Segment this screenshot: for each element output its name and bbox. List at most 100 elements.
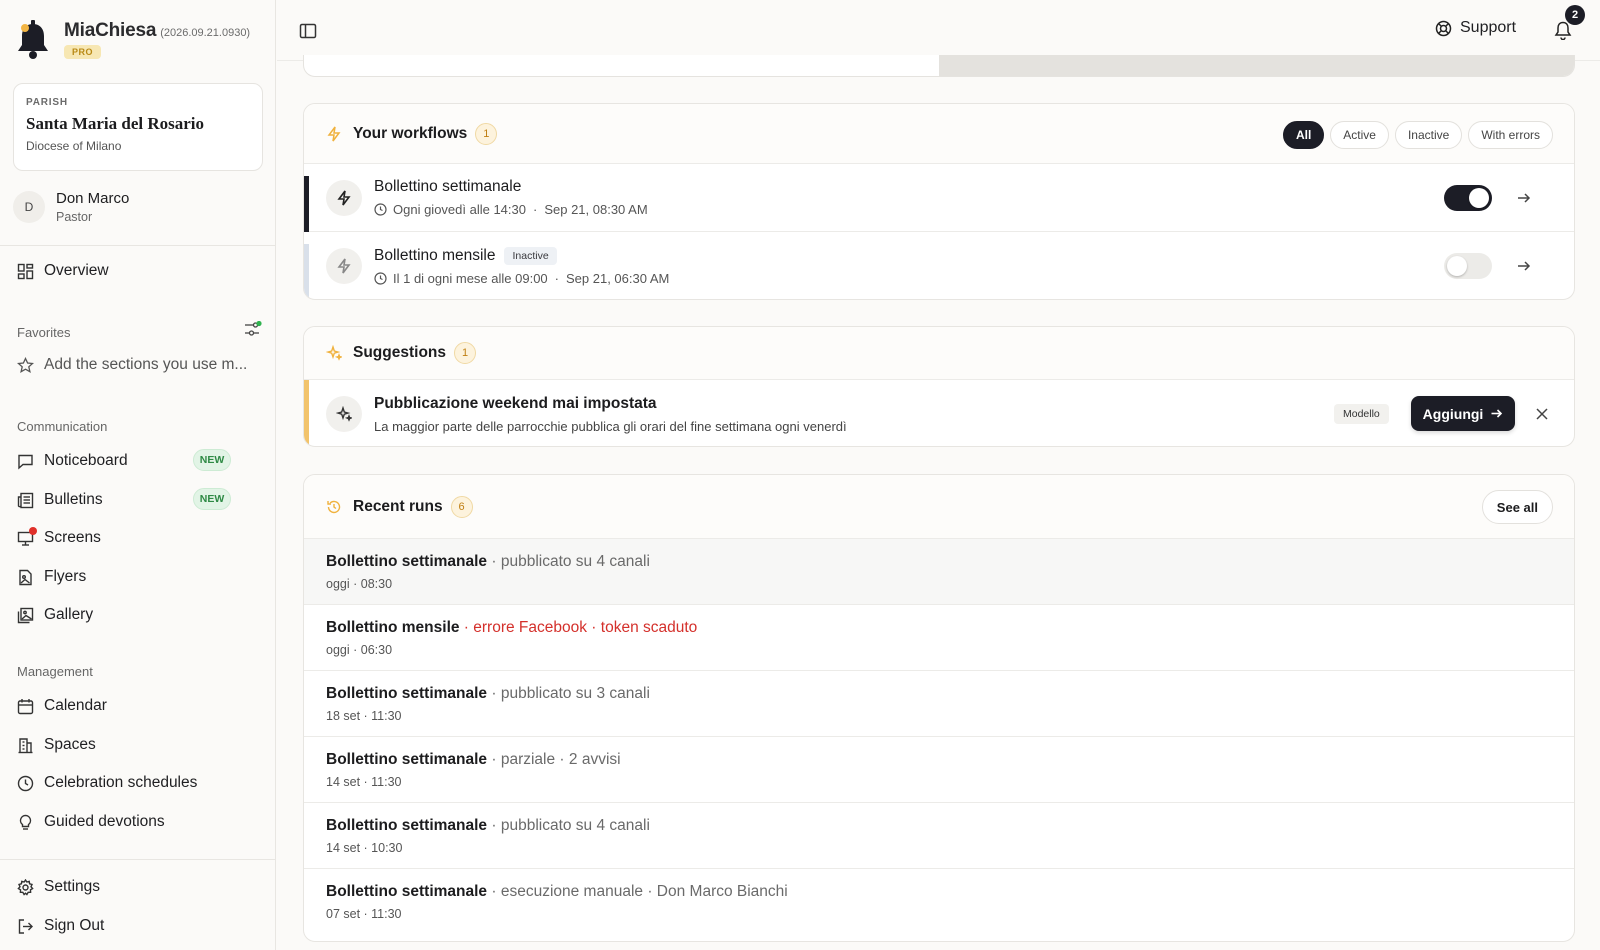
log-out-icon [18,918,33,934]
sidebar-item-noticeboard[interactable]: Noticeboard [17,449,128,473]
customize-favorites-icon[interactable] [244,321,262,337]
message-square-icon [18,454,33,470]
sidebar-item-label: Calendar [44,697,107,714]
recent-runs-header: Recent runs 6 See all [304,475,1574,539]
workflow-row[interactable]: Bollettino mensile Inactive Il 1 di ogni … [304,232,1574,299]
run-error-detail: · errore Facebook · token scaduto [459,619,698,636]
support-button[interactable]: Support [1435,19,1516,37]
workflows-count: 1 [475,122,498,145]
run-time: 07 set · 11:30 [326,907,402,921]
favorites-add-item[interactable]: Add the sections you use m... [17,353,247,377]
suggestion-row: Pubblicazione weekend mai impostata La m… [304,380,1574,446]
sidebar-toggle-icon[interactable] [299,22,317,40]
images-icon [17,607,34,623]
sidebar-item-label: Settings [44,878,101,895]
file-image-icon [19,569,32,585]
meta-separator: · [532,202,538,217]
workflow-name: Bollettino mensile [374,246,496,264]
sidebar-item-sign-out[interactable]: Sign Out [17,914,104,938]
communication-label: Communication [17,419,108,434]
filter-inactive[interactable]: Inactive [1394,121,1463,149]
inactive-accent-bar [304,244,309,299]
sidebar-item-settings[interactable]: Settings [17,875,100,899]
parish-kicker: PARISH [26,97,68,108]
workflow-row[interactable]: Bollettino settimanale Ogni giovedì alle… [304,164,1574,232]
new-badge: NEW [193,488,231,510]
bolt-icon [337,190,351,205]
sidebar-item-calendar[interactable]: Calendar [17,694,107,718]
sidebar-item-label: Sign Out [44,917,105,934]
run-row[interactable]: Bollettino settimanale · pubblicato su 4… [304,803,1574,869]
run-row[interactable]: Bollettino settimanale · esecuzione manu… [304,869,1574,935]
run-detail: · pubblicato su 4 canali [487,817,650,834]
sparkles-icon [326,345,342,361]
add-suggestion-button[interactable]: Aggiungi [1411,396,1515,431]
sidebar-item-bulletins[interactable]: Bulletins [17,488,103,512]
suggestions-count: 1 [454,342,477,364]
workflow-schedule: Ogni giovedì alle 14:30 [393,202,526,217]
sidebar-item-flyers[interactable]: Flyers [17,565,86,589]
notification-count-badge: 2 [1565,5,1585,25]
dismiss-icon[interactable] [1535,407,1549,421]
active-accent-bar [304,176,309,232]
lightbulb-icon [19,814,32,830]
run-detail: · esecuzione manuale · Don Marco Bianchi [487,883,788,900]
suggestions-header: Suggestions 1 [304,327,1574,380]
sidebar-item-screens[interactable]: Screens [17,526,101,550]
filter-all[interactable]: All [1282,121,1325,149]
sidebar-item-label: Overview [44,262,109,279]
run-time: oggi · 08:30 [326,577,393,591]
run-row[interactable]: Bollettino settimanale · pubblicato su 4… [304,539,1574,605]
newspaper-icon [17,492,34,508]
sidebar-item-guided-devotions[interactable]: Guided devotions [17,810,165,834]
sidebar-item-label: Noticeboard [44,452,128,469]
sidebar-item-gallery[interactable]: Gallery [17,603,93,627]
run-row[interactable]: Bollettino settimanale · parziale · 2 av… [304,737,1574,803]
run-row[interactable]: Bollettino settimanale · pubblicato su 3… [304,671,1574,737]
run-workflow-name: Bollettino settimanale [326,883,488,900]
clock-icon [17,775,34,791]
sidebar-item-label: Bulletins [44,491,103,508]
star-icon [17,356,34,373]
divider [0,859,276,860]
run-row[interactable]: Bollettino mensile · errore Facebook · t… [304,605,1574,671]
run-workflow-name: Bollettino settimanale [326,553,488,570]
clock-icon [374,271,387,285]
template-tag: Modello [1334,404,1389,424]
sidebar-item-spaces[interactable]: Spaces [17,733,96,757]
workflow-last-run: Sep 21, 08:30 AM [544,202,648,217]
favorites-add-label: Add the sections you use m... [44,356,248,373]
suggestions-card: Suggestions 1 Pubblicazione weekend mai … [303,326,1575,447]
parish-card[interactable]: PARISH Santa Maria del Rosario Diocese o… [13,83,263,171]
see-all-button[interactable]: See all [1481,490,1553,524]
workflow-icon [326,248,362,284]
filter-with-errors[interactable]: With errors [1468,121,1553,149]
sidebar-item-celebration-schedules[interactable]: Celebration schedules [17,771,197,795]
monitor-icon [17,526,37,547]
sidebar-item-label: Flyers [44,568,87,585]
run-time: 14 set · 10:30 [326,841,403,855]
user-profile[interactable]: D Don Marco Pastor [13,190,129,224]
toggle-knob [1469,187,1489,208]
plan-badge: PRO [64,45,102,59]
arrow-right-icon[interactable] [1516,258,1532,274]
workflow-enable-toggle[interactable] [1444,253,1492,279]
workflow-enable-toggle[interactable] [1444,184,1492,211]
workflow-name: Bollettino settimanale [374,178,522,195]
parish-diocese: Diocese of Milano [26,139,122,153]
arrow-right-icon[interactable] [1516,190,1532,206]
divider [0,245,276,246]
suggestion-icon [326,396,362,432]
sidebar-item-label: Spaces [44,736,96,753]
sidebar-item-overview[interactable]: Overview [17,259,109,283]
suggestion-title: Pubblicazione weekend mai impostata [374,394,657,412]
brand[interactable]: MiaChiesa (2026.09.21.0930) PRO [16,20,250,60]
gear-icon [17,878,34,896]
building-icon [18,737,33,753]
run-workflow-name: Bollettino mensile [326,619,460,636]
progress-fill [939,55,1574,76]
bell-logo-icon [18,20,48,59]
run-time: 14 set · 11:30 [326,775,402,789]
sparkles-icon [336,406,352,422]
filter-active[interactable]: Active [1330,121,1389,149]
